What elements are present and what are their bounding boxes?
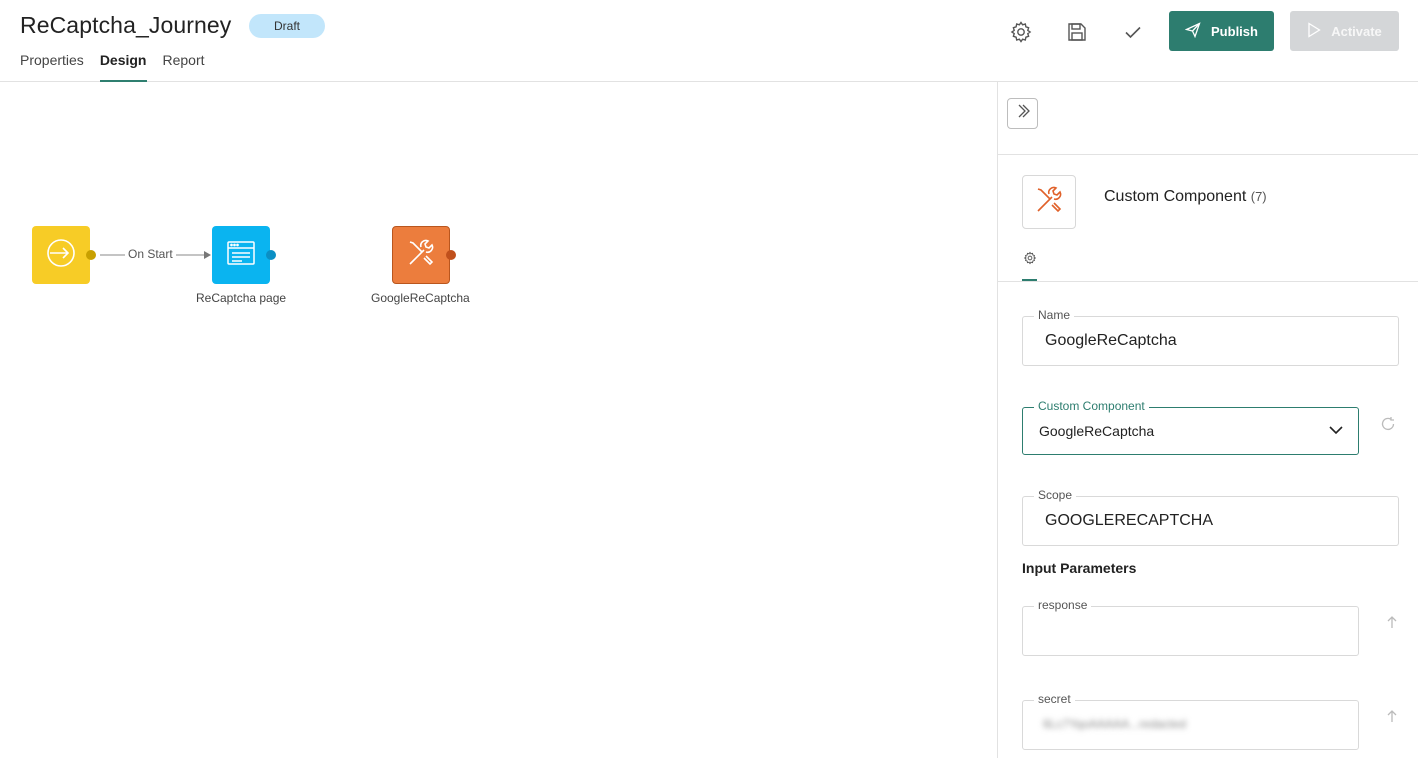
component-count: (7) bbox=[1250, 189, 1267, 204]
publish-label: Publish bbox=[1211, 23, 1258, 39]
tab-bar: Properties Design Report bbox=[20, 52, 205, 82]
component-title-text: Custom Component bbox=[1104, 188, 1247, 205]
googlerecaptcha-node[interactable] bbox=[392, 226, 450, 284]
status-badge: Draft bbox=[249, 14, 325, 38]
activate-button[interactable]: Activate bbox=[1290, 11, 1399, 51]
input-parameters-title: Input Parameters bbox=[1022, 560, 1137, 576]
properties-panel: Custom Component (7) Name GoogleReCaptch… bbox=[997, 82, 1418, 758]
refresh-icon[interactable] bbox=[1379, 415, 1397, 433]
name-field-value: GoogleReCaptcha bbox=[1045, 332, 1177, 349]
component-icon-box bbox=[1022, 175, 1076, 229]
tab-settings[interactable] bbox=[1022, 251, 1037, 281]
double-chevron-right-icon bbox=[1015, 103, 1031, 124]
divider bbox=[998, 154, 1418, 155]
secret-param-field[interactable]: secret 6Lc7YqoAAAAA...redacted bbox=[1022, 692, 1359, 750]
name-field-label: Name bbox=[1034, 308, 1075, 322]
googlerecaptcha-label: GoogleReCaptcha bbox=[371, 291, 470, 305]
collapse-panel-button[interactable] bbox=[1007, 98, 1038, 129]
play-icon bbox=[1307, 21, 1321, 41]
tools-icon bbox=[1034, 185, 1064, 220]
activate-label: Activate bbox=[1331, 23, 1382, 39]
component-title: Custom Component (7) bbox=[1104, 188, 1267, 206]
scope-field-label: Scope bbox=[1034, 488, 1077, 502]
tools-icon bbox=[406, 238, 436, 273]
scope-field-value: GOOGLERECAPTCHA bbox=[1045, 512, 1214, 529]
recaptcha-page-node[interactable] bbox=[212, 226, 270, 284]
header-bar: ReCaptcha_Journey Draft Properties Desig… bbox=[0, 0, 1418, 82]
journey-title: ReCaptcha_Journey bbox=[20, 12, 232, 38]
gear-icon bbox=[1023, 251, 1037, 279]
googlerecaptcha-port[interactable] bbox=[446, 250, 456, 260]
tab-design[interactable]: Design bbox=[99, 52, 147, 82]
name-field[interactable]: Name GoogleReCaptcha bbox=[1022, 308, 1399, 366]
checkmark-icon[interactable] bbox=[1119, 18, 1147, 46]
recaptcha-page-label: ReCaptcha page bbox=[196, 291, 287, 305]
publish-button[interactable]: Publish bbox=[1169, 11, 1274, 51]
browser-window-icon bbox=[226, 240, 256, 271]
recaptcha-page-port[interactable] bbox=[266, 250, 276, 260]
custom-component-label: Custom Component bbox=[1034, 399, 1149, 413]
secret-param-label: secret bbox=[1034, 692, 1075, 706]
start-node-port[interactable] bbox=[86, 250, 96, 260]
upload-arrow-icon[interactable] bbox=[1383, 613, 1401, 631]
response-param-field[interactable]: response bbox=[1022, 598, 1359, 656]
start-node[interactable] bbox=[32, 226, 90, 284]
design-canvas[interactable]: On Start ReCaptcha page GoogleReCaptcha bbox=[0, 82, 997, 758]
edge-label: On Start bbox=[125, 247, 176, 261]
response-param-label: response bbox=[1034, 598, 1092, 612]
upload-arrow-icon[interactable] bbox=[1383, 707, 1401, 725]
secret-param-value: 6Lc7YqoAAAAA...redacted bbox=[1043, 717, 1186, 731]
tab-properties[interactable]: Properties bbox=[20, 52, 84, 82]
custom-component-select[interactable]: Custom Component GoogleReCaptcha bbox=[1022, 399, 1359, 455]
tab-report[interactable]: Report bbox=[163, 52, 205, 82]
gear-icon[interactable] bbox=[1007, 18, 1035, 46]
divider bbox=[998, 281, 1418, 282]
save-icon[interactable] bbox=[1063, 18, 1091, 46]
scope-field[interactable]: Scope GOOGLERECAPTCHA bbox=[1022, 488, 1399, 546]
send-icon bbox=[1184, 21, 1201, 41]
chevron-down-icon bbox=[1328, 422, 1344, 443]
enter-arrow-icon bbox=[45, 237, 77, 274]
custom-component-value: GoogleReCaptcha bbox=[1039, 423, 1155, 439]
